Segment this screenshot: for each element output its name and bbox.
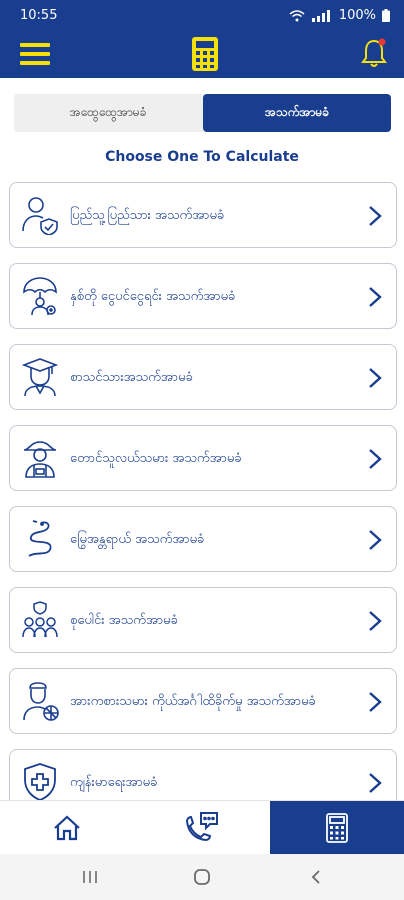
person-shield-icon <box>22 197 58 235</box>
recent-apps-icon <box>83 871 97 883</box>
page-heading: Choose One To Calculate <box>105 149 299 165</box>
nav-contact-button[interactable] <box>134 801 268 855</box>
status-bar: 10:55 100% <box>0 0 404 32</box>
list-item-label: ပြည်သူ့ပြည်သား အသက်အာမခံ <box>70 207 225 223</box>
chevron-right-icon <box>369 287 382 307</box>
list-item-citizen-life[interactable]: ပြည်သူ့ပြည်သား အသက်အာမခံ <box>9 182 397 248</box>
list-item-label: စုပေါင်း အသက်အာမခံ <box>70 612 178 628</box>
list-item-short-term-endowment[interactable]: နှစ်တို ငွေပင်ငွေရင်း အသက်အာမခံ <box>9 263 397 329</box>
wifi-icon <box>289 9 305 21</box>
list-item-health-insurance[interactable]: ကျန်းမာရေးအာမခံ <box>9 749 397 800</box>
bottom-nav <box>0 800 404 855</box>
notification-bell-icon[interactable] <box>360 37 388 69</box>
battery-icon <box>382 9 390 22</box>
chevron-right-icon <box>369 449 382 469</box>
home-icon <box>54 815 80 841</box>
chevron-right-icon <box>369 368 382 388</box>
nav-home-button[interactable] <box>0 801 134 855</box>
list-item-farmer-life[interactable]: တောင်သူလယ်သမား အသက်အာမခံ <box>9 425 397 491</box>
tab-general-insurance[interactable]: အထွေထွေအာမခံ <box>14 94 202 132</box>
calculator-logo-icon <box>192 37 218 71</box>
list-item-label: မြွေအန္တရာယ် အသက်အာမခံ <box>70 531 205 547</box>
chevron-right-icon <box>369 611 382 631</box>
list-item-label: နှစ်တို ငွေပင်ငွေရင်း အသက်အာမခံ <box>70 288 236 304</box>
farmer-icon <box>23 441 57 478</box>
chevron-right-icon <box>369 692 382 712</box>
status-icons: 100% <box>289 8 390 23</box>
hamburger-menu-icon[interactable] <box>20 40 50 68</box>
system-nav-bar <box>0 854 404 900</box>
chevron-right-icon <box>369 773 382 793</box>
system-back-button[interactable] <box>296 865 336 889</box>
chevron-right-icon <box>369 530 382 550</box>
list-item-snakebite-life[interactable]: မြွေအန္တရာယ် အသက်အာမခံ <box>9 506 397 572</box>
circle-home-icon <box>194 869 210 885</box>
group-icon <box>22 601 58 638</box>
graduate-icon <box>21 358 59 397</box>
list-item-student-life[interactable]: စာသင်သားအသက်အာမခံ <box>9 344 397 410</box>
phone-chat-icon <box>185 812 218 842</box>
health-shield-icon <box>24 763 56 800</box>
list-item-label: တောင်သူလယ်သမား အသက်အာမခံ <box>70 450 242 466</box>
system-home-button[interactable] <box>182 865 222 889</box>
umbrella-person-icon <box>23 277 57 316</box>
snake-icon <box>28 520 52 557</box>
list-item-group-life[interactable]: စုပေါင်း အသက်အာမခံ <box>9 587 397 653</box>
battery-percent: 100% <box>338 8 376 23</box>
back-chevron-icon <box>311 870 320 884</box>
signal-icon <box>311 9 330 22</box>
list-item-label: စာသင်သားအသက်အာမခံ <box>70 369 193 385</box>
list-item-label: အားကစားသမား ကိုယ်အင်္ဂါထိခိုက်မှု အသက်အာ… <box>70 693 316 709</box>
chevron-right-icon <box>369 206 382 226</box>
list-item-athlete-accident-life[interactable]: အားကစားသမား ကိုယ်အင်္ဂါထိခိုက်မှု အသက်အာ… <box>9 668 397 734</box>
calculator-icon <box>326 813 348 843</box>
status-time: 10:55 <box>20 8 58 23</box>
athlete-icon <box>23 682 59 721</box>
list-item-label: ကျန်းမာရေးအာမခံ <box>70 774 158 790</box>
app-bar <box>0 32 404 78</box>
insurance-type-tabs: အထွေထွေအာမခံ အသက်အာမခံ <box>14 94 391 132</box>
tab-life-insurance[interactable]: အသက်အာမခံ <box>203 94 391 132</box>
nav-calculator-button[interactable] <box>270 801 404 855</box>
calculator-list: ပြည်သူ့ပြည်သား အသက်အာမခံ နှစ်တို ငွေပင်င… <box>9 182 397 800</box>
recent-apps-button[interactable] <box>70 865 110 889</box>
